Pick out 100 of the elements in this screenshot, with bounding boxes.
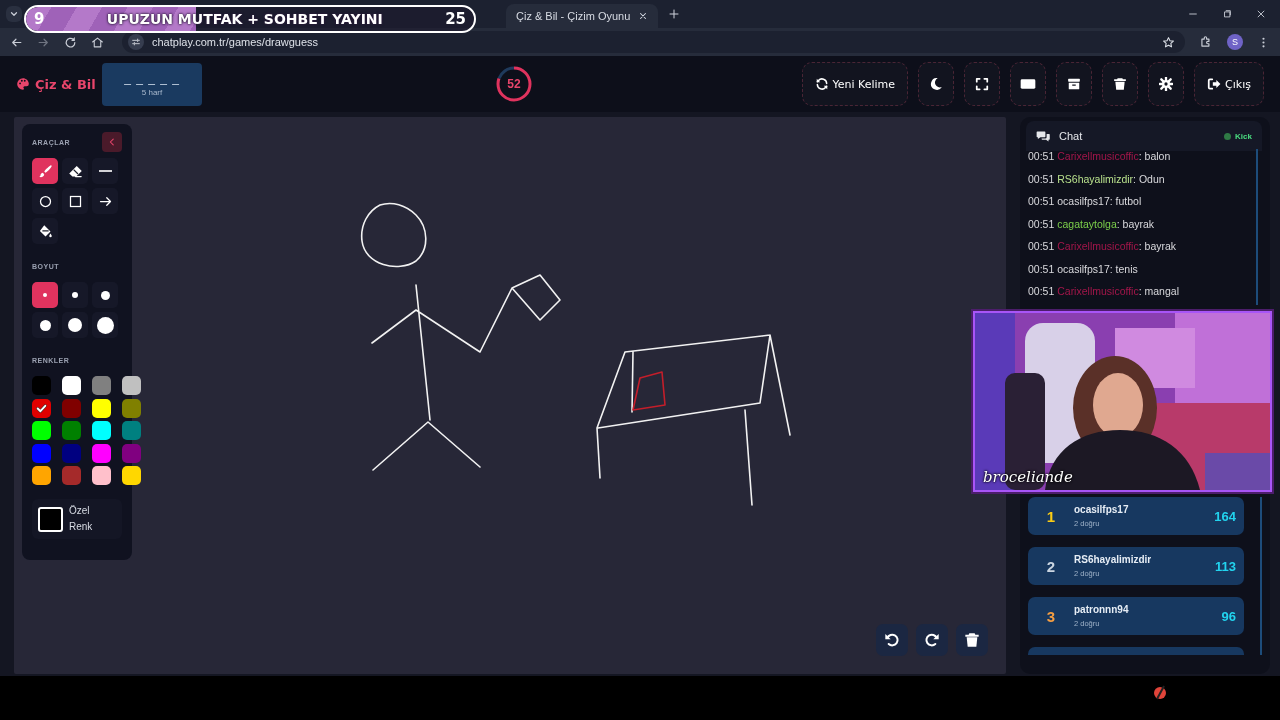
tool-button[interactable] [32, 218, 58, 244]
bookmark-star-icon [1162, 35, 1175, 49]
color-swatch[interactable] [32, 376, 51, 395]
tool-button[interactable] [32, 188, 58, 214]
color-swatch[interactable] [92, 376, 111, 395]
color-swatch[interactable] [32, 421, 51, 440]
color-swatch[interactable] [32, 443, 51, 463]
site-settings-icon [131, 37, 141, 47]
chat-message: 00:51 Carixellmusicoffic: bayrak [1028, 239, 1178, 253]
tab-list-button[interactable] [6, 6, 22, 22]
eraser-icon [67, 163, 83, 179]
fullscreen-icon [975, 77, 990, 91]
color-swatch[interactable] [62, 376, 81, 395]
platform-label: Kick [1235, 131, 1252, 141]
moon-icon [929, 77, 944, 91]
brush-size-button[interactable] [32, 312, 58, 338]
brush-icon [37, 163, 53, 179]
color-swatch[interactable] [62, 466, 81, 485]
color-swatch[interactable] [62, 421, 81, 440]
custom-color-button[interactable]: Özel Renk [32, 499, 122, 539]
player-score: 96 [1221, 608, 1236, 624]
tool-button[interactable] [32, 158, 58, 184]
timer-ring [495, 65, 533, 103]
app-logo-text: Çiz & Bil [35, 76, 96, 92]
color-swatch[interactable] [62, 443, 81, 463]
moon-button[interactable] [918, 62, 955, 106]
trash-icon [1113, 77, 1128, 91]
tool-button[interactable] [92, 188, 118, 214]
profile-avatar[interactable]: S [1227, 34, 1243, 50]
trash-button[interactable] [1102, 62, 1139, 106]
color-swatch[interactable] [122, 398, 141, 418]
rank-number: 2 [1045, 557, 1057, 575]
color-swatch[interactable] [32, 398, 51, 418]
goal-target: 25 [444, 10, 467, 28]
chat-message: 00:51 Carixellmusicoffic: balon [1028, 149, 1172, 163]
close-icon [638, 11, 649, 21]
status-dot [1224, 132, 1232, 140]
player-score: 164 [1214, 508, 1236, 524]
browser-tab[interactable]: Çiz & Bil - Çizim Oyunu [506, 4, 659, 28]
color-swatch[interactable] [62, 398, 81, 418]
archive-button[interactable] [1056, 62, 1093, 106]
fullscreen-button[interactable] [964, 62, 1001, 106]
player-name: ocasilfps17 [1074, 504, 1130, 515]
logout-button[interactable]: Çıkış [1194, 62, 1264, 106]
color-swatch[interactable] [122, 421, 141, 440]
palette-icon [16, 77, 30, 91]
chat-message: 00:51 cagataytolga: bayrak [1028, 216, 1156, 231]
extensions-icon [1199, 35, 1213, 49]
redo-button[interactable] [916, 624, 948, 656]
close-icon [1256, 9, 1266, 19]
player-name: RS6hayalimizdir [1074, 554, 1153, 565]
color-swatch[interactable] [92, 421, 111, 440]
player-score: 113 [1215, 558, 1236, 574]
timer-value: 52 [506, 76, 522, 93]
chat-message: 00:51 ocasilfps17: tenis [1028, 261, 1139, 276]
address-bar[interactable]: chatplay.com.tr/games/drawguess [122, 31, 1185, 53]
color-swatch[interactable] [92, 443, 111, 463]
color-swatch[interactable] [122, 376, 141, 395]
tool-button[interactable] [62, 188, 88, 214]
brush-size-button[interactable] [92, 282, 118, 308]
tool-button[interactable] [92, 158, 118, 184]
tool-button[interactable] [62, 158, 88, 184]
brush-size-button[interactable] [62, 312, 88, 338]
trash-icon [964, 632, 980, 648]
paint-bucket-icon [37, 223, 53, 239]
clear-button[interactable] [956, 624, 988, 656]
color-swatch[interactable] [122, 466, 141, 485]
color-swatch[interactable] [122, 443, 141, 463]
color-swatch[interactable] [92, 466, 111, 485]
settings-icon [1159, 77, 1174, 91]
chevron-left-icon [107, 137, 117, 147]
goal-current: 9 [33, 10, 46, 28]
logout-icon [1207, 77, 1222, 91]
chat-message: 00:51 ocasilfps17: futbol [1028, 194, 1143, 208]
line-icon [98, 170, 112, 172]
reload-icon [64, 35, 77, 49]
settings-button[interactable] [1148, 62, 1185, 106]
redo-icon [924, 632, 940, 648]
letter-count: 5 harf [141, 88, 163, 97]
brush-size-button[interactable] [62, 282, 88, 308]
chat-message: 00:51 RS6hayalimizdir: Odun [1028, 171, 1166, 186]
chat-title: Chat [1059, 130, 1083, 142]
app-logo-icon [1152, 684, 1168, 700]
brush-size-button[interactable] [92, 312, 118, 338]
color-swatch[interactable] [32, 466, 51, 485]
color-swatch[interactable] [92, 398, 111, 418]
refresh-icon [814, 77, 829, 91]
rank-number: 3 [1045, 607, 1057, 625]
chevron-down-icon [9, 9, 19, 19]
chat-message: 00:51 Carixellmusicoffic: mangal [1028, 284, 1180, 298]
keyboard-button[interactable] [1010, 62, 1047, 106]
square-icon [67, 193, 83, 209]
home-icon [91, 35, 104, 49]
archive-icon [1067, 77, 1082, 91]
restore-icon [1222, 9, 1232, 19]
check-icon [35, 401, 48, 415]
undo-button[interactable] [876, 624, 908, 656]
circle-icon [37, 193, 53, 209]
refresh-button[interactable]: Yeni Kelime [801, 62, 909, 106]
collapse-button[interactable] [102, 132, 122, 152]
